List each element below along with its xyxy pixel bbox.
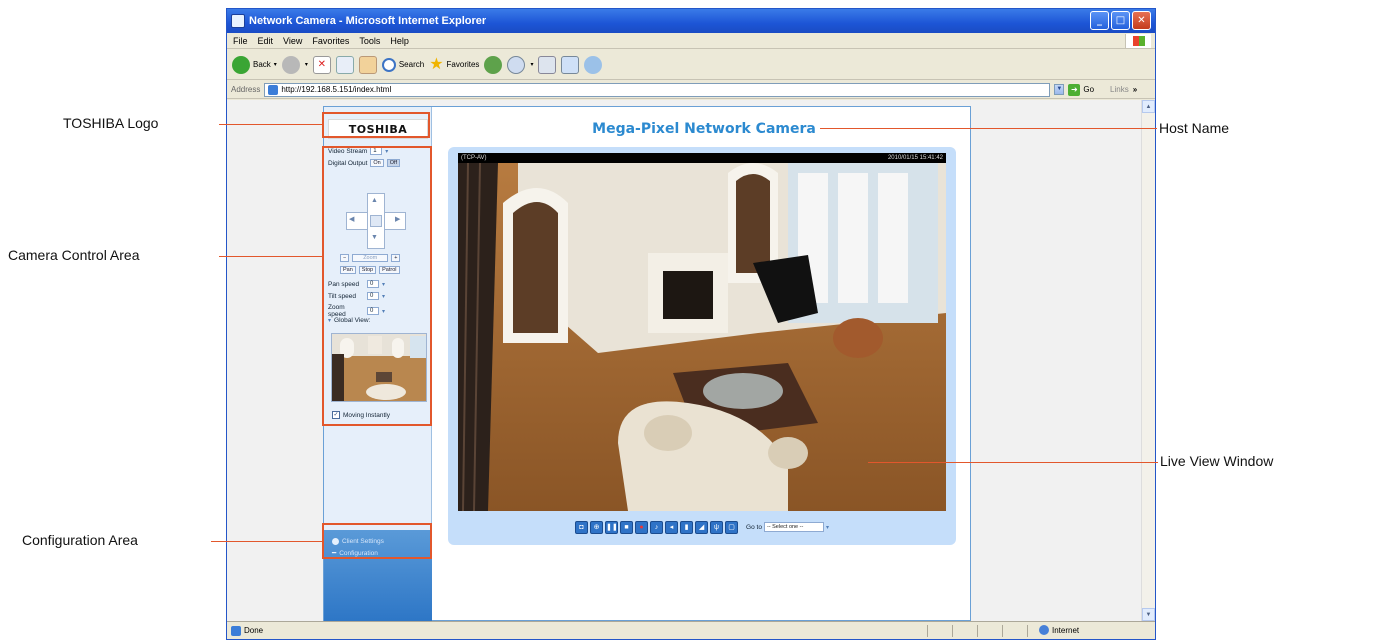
- menu-edit[interactable]: Edit: [258, 36, 274, 46]
- title-bar[interactable]: Network Camera - Microsoft Internet Expl…: [227, 9, 1155, 33]
- address-input[interactable]: http://192.168.5.151/index.html: [264, 82, 1051, 97]
- window-title: Network Camera - Microsoft Internet Expl…: [249, 15, 487, 27]
- windows-flag-icon: [1125, 34, 1151, 48]
- callout-camera-control: Camera Control Area: [8, 247, 140, 263]
- forward-arrow-icon[interactable]: [281, 55, 300, 74]
- status-page-icon: [231, 625, 241, 636]
- vertical-scrollbar[interactable]: ▲ ▼: [1141, 100, 1155, 621]
- callout-logo: TOSHIBA Logo: [63, 115, 159, 131]
- talk-icon[interactable]: ▮: [680, 520, 694, 534]
- mute-icon[interactable]: ◂: [665, 520, 679, 534]
- record-icon[interactable]: ●: [635, 520, 649, 534]
- toolbar: Back ▾ ▾ ✕ Search ★ Favorites ▾: [227, 50, 1155, 80]
- messenger-icon[interactable]: [584, 55, 603, 74]
- favorites-star-icon: ★: [429, 55, 444, 73]
- search-label: Search: [398, 60, 425, 69]
- go-label: Go: [1083, 85, 1095, 94]
- back-arrow-icon: [232, 55, 250, 74]
- live-view-caption-bar: (TCP-AV) 2010/01/15 15:41:42: [458, 153, 946, 163]
- callout-configuration: Configuration Area: [22, 532, 138, 548]
- security-zone: Internet: [1039, 625, 1079, 635]
- back-dropdown-icon: ▾: [273, 62, 277, 68]
- favorites-label: Favorites: [446, 60, 480, 69]
- camera-control-highlight-box: [322, 146, 432, 426]
- page-icon: [268, 84, 279, 95]
- forward-dropdown-icon[interactable]: ▾: [305, 61, 308, 68]
- ie-window-icon: [231, 14, 245, 28]
- minimize-button[interactable]: _: [1090, 11, 1109, 30]
- live-view-window: (TCP-AV) 2010/01/15 15:41:42 ◘ ⊕ ❚❚ ■ ● …: [448, 147, 956, 545]
- configuration-lead-line: [211, 541, 322, 542]
- go-button[interactable]: ➜ Go: [1068, 83, 1095, 96]
- scroll-down-icon[interactable]: ▼: [1142, 608, 1155, 621]
- status-text: Done: [244, 626, 264, 635]
- goto-select[interactable]: -- Select one --: [763, 522, 824, 532]
- callout-host-name: Host Name: [1159, 120, 1230, 136]
- camera-control-lead-line: [219, 256, 322, 257]
- maximize-button[interactable]: □: [1111, 11, 1130, 30]
- microphone-icon[interactable]: ψ: [710, 520, 724, 534]
- favorites-button[interactable]: ★ Favorites: [429, 55, 480, 73]
- menu-favorites[interactable]: Favorites: [312, 36, 349, 46]
- callout-live-view: Live View Window: [1160, 453, 1274, 469]
- scroll-up-icon[interactable]: ▲: [1142, 100, 1155, 113]
- search-icon: [381, 57, 396, 72]
- home-icon[interactable]: [358, 55, 377, 74]
- host-name-lead-line: [820, 128, 1157, 129]
- address-bar: Address http://192.168.5.151/index.html …: [227, 81, 1155, 99]
- links-chevron-icon[interactable]: »: [1133, 85, 1137, 94]
- menu-bar: File Edit View Favorites Tools Help: [227, 33, 1155, 49]
- live-view-toolbar: ◘ ⊕ ❚❚ ■ ● ♪ ◂ ▮ ◢ ψ ▢ Go to -- Select o…: [448, 519, 956, 535]
- history-icon[interactable]: [484, 55, 503, 74]
- logo-lead-line: [219, 124, 322, 125]
- menu-tools[interactable]: Tools: [359, 36, 380, 46]
- stream-timestamp: 2010/01/15 15:41:42: [887, 155, 943, 161]
- address-url: http://192.168.5.151/index.html: [281, 85, 392, 94]
- links-label[interactable]: Links: [1110, 85, 1129, 94]
- fullscreen-icon[interactable]: ▢: [725, 520, 739, 534]
- edit-icon[interactable]: [561, 55, 580, 74]
- go-arrow-icon: ➜: [1068, 83, 1081, 96]
- pause-icon[interactable]: ❚❚: [605, 520, 619, 534]
- status-bar: Done Internet: [227, 621, 1155, 639]
- stop-stream-icon[interactable]: ■: [620, 520, 634, 534]
- living-room-scene: [458, 163, 946, 511]
- host-name: Mega-Pixel Network Camera: [592, 121, 816, 137]
- zone-label: Internet: [1052, 625, 1080, 635]
- live-video-image[interactable]: [458, 163, 946, 511]
- menu-view[interactable]: View: [283, 36, 302, 46]
- live-view-lead-line: [868, 462, 1158, 463]
- back-button[interactable]: Back ▾: [232, 55, 277, 74]
- goto-dropdown-icon[interactable]: ▾: [826, 524, 829, 531]
- print-icon[interactable]: [538, 55, 557, 74]
- stream-protocol: (TCP-AV): [461, 155, 487, 161]
- mail-dropdown-icon[interactable]: ▾: [530, 61, 533, 68]
- stop-icon[interactable]: ✕: [312, 55, 331, 74]
- goto-label: Go to: [746, 523, 762, 531]
- window-controls: _ □ ✕: [1090, 11, 1151, 30]
- menu-file[interactable]: File: [233, 36, 248, 46]
- menu-help[interactable]: Help: [390, 36, 409, 46]
- refresh-icon[interactable]: [335, 55, 354, 74]
- snapshot-icon[interactable]: ◘: [575, 520, 589, 534]
- search-button[interactable]: Search: [381, 57, 425, 72]
- internet-globe-icon: [1039, 625, 1049, 635]
- mail-icon[interactable]: [507, 55, 526, 74]
- digital-zoom-icon[interactable]: ⊕: [590, 520, 604, 534]
- volume-icon[interactable]: ♪: [650, 520, 664, 534]
- address-dropdown-icon[interactable]: ▼: [1054, 84, 1065, 95]
- configuration-highlight-box: [322, 523, 432, 559]
- address-label: Address: [231, 85, 261, 94]
- mic-volume-icon[interactable]: ◢: [695, 520, 709, 534]
- back-label: Back: [253, 60, 271, 69]
- logo-highlight-box: [322, 112, 430, 138]
- close-button[interactable]: ✕: [1132, 11, 1151, 30]
